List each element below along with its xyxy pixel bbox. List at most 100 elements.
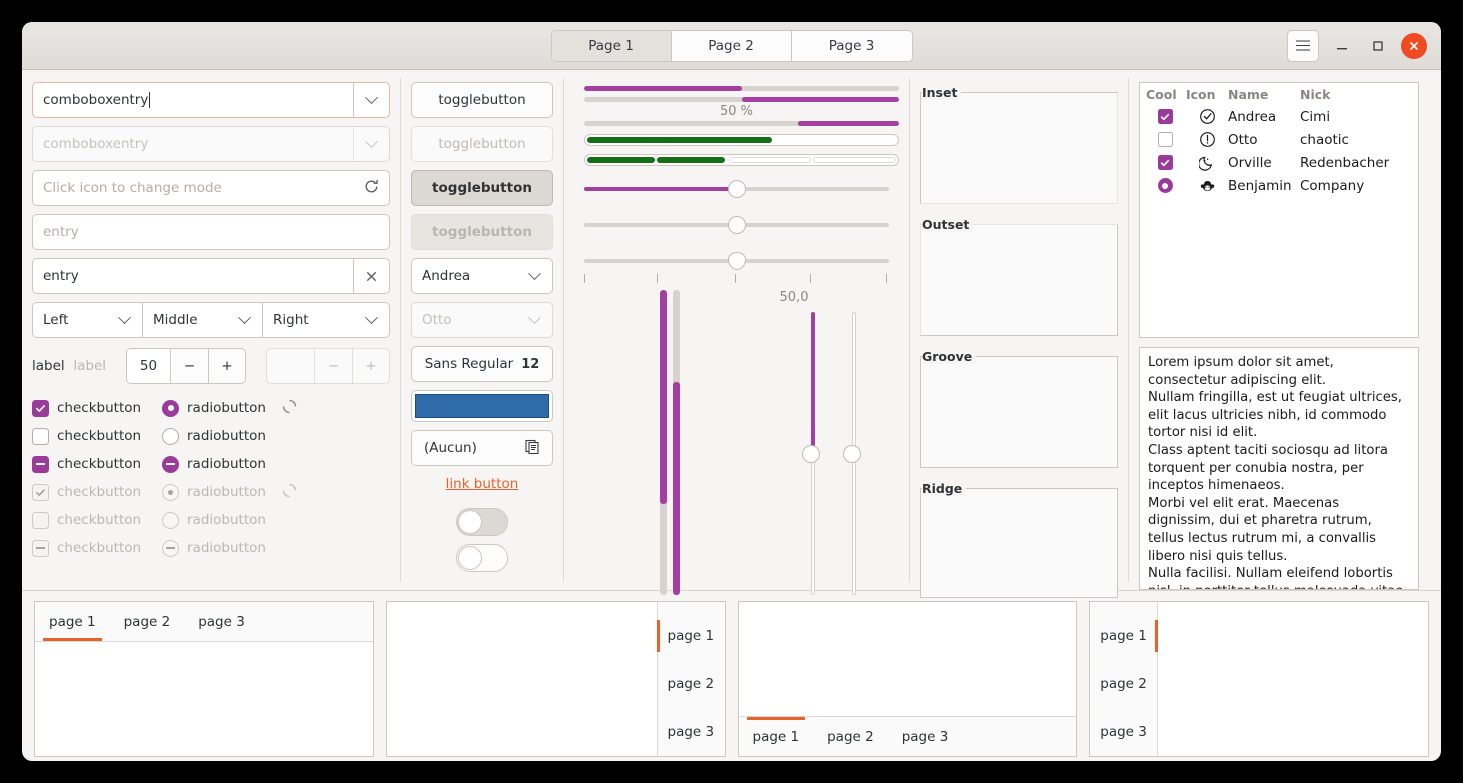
notebook-right-tab-2[interactable]: page 2 [658, 660, 725, 708]
spinbutton-enabled[interactable]: 50 − + [126, 348, 246, 384]
column-header-nick[interactable]: Nick [1300, 87, 1414, 102]
column-header-cool[interactable]: Cool [1144, 87, 1186, 102]
table-row[interactable]: Andrea Cimi [1140, 105, 1418, 128]
row-checkbox-unchecked-icon[interactable] [1157, 132, 1173, 147]
combo-right[interactable]: Right [262, 302, 390, 338]
radiobutton-2[interactable]: radiobutton [162, 427, 282, 445]
row-checkbox-checked-icon[interactable] [1157, 155, 1173, 170]
combo-left[interactable]: Left [32, 302, 142, 338]
table-row[interactable]: Orville Redenbacher [1140, 151, 1418, 174]
close-icon[interactable] [1401, 32, 1427, 59]
notebook-bottom-tab-1[interactable]: page 1 [739, 717, 814, 756]
refresh-icon[interactable] [363, 178, 380, 199]
combo-middle-arrow[interactable] [226, 303, 262, 337]
radiobutton-4: radiobutton [162, 483, 282, 501]
togglebutton-1[interactable]: togglebutton [411, 82, 553, 118]
combo-left-arrow[interactable] [106, 303, 142, 337]
comboboxentry-active-arrow[interactable] [353, 83, 389, 117]
color-button[interactable] [411, 390, 553, 422]
spinbutton-plus[interactable]: + [208, 348, 246, 384]
notebook-right-tab-1[interactable]: page 1 [656, 612, 725, 660]
placeholder-entry[interactable]: entry [32, 214, 390, 250]
scale-handle[interactable] [727, 216, 746, 234]
vlevelbar-2 [673, 290, 680, 595]
notebook-left-tab-2[interactable]: page 2 [1090, 660, 1157, 708]
hamburger-icon[interactable] [1287, 29, 1319, 62]
combo-right-arrow[interactable] [353, 303, 389, 337]
chevron-down-icon [527, 266, 541, 280]
treeview[interactable]: Cool Icon Name Nick Andrea Cimi Otto cha… [1139, 82, 1419, 338]
togglebutton-3[interactable]: togglebutton [411, 170, 553, 206]
row-name: Orville [1228, 154, 1272, 171]
icon-mode-entry[interactable]: Click icon to change mode [32, 170, 390, 206]
stack-switcher-page-3[interactable]: Page 3 [791, 30, 912, 61]
notebook-bottom: page 1 page 2 page 3 [737, 601, 1078, 757]
column-header-icon[interactable]: Icon [1186, 87, 1228, 102]
notebook-bottom-tab-2[interactable]: page 2 [813, 717, 888, 756]
notebook-left-tab-3[interactable]: page 3 [1090, 708, 1157, 756]
check-circle-icon [1186, 108, 1228, 125]
scale-handle[interactable] [843, 444, 861, 463]
font-button[interactable]: Sans Regular 12 [411, 346, 553, 382]
textview[interactable]: Lorem ipsum dolor sit amet, consectetur … [1139, 347, 1419, 590]
checkbox-mixed-disabled-icon [32, 539, 49, 557]
maximize-icon[interactable] [1365, 33, 1391, 59]
checkbutton-2[interactable]: checkbutton [32, 427, 162, 445]
combobox-enabled[interactable]: Andrea [411, 258, 553, 294]
stack-switcher-page-1[interactable]: Page 1 [551, 30, 672, 61]
link-button[interactable]: link button [411, 476, 553, 492]
clear-icon[interactable] [353, 259, 389, 293]
notebook-bottom-tab-3[interactable]: page 3 [888, 717, 963, 756]
checkbox-checked-disabled-icon [32, 483, 49, 501]
notebook-bottom-tabs: page 1 page 2 page 3 [738, 716, 1077, 756]
spinbutton-minus[interactable]: − [170, 348, 208, 384]
scale-handle[interactable] [802, 444, 820, 463]
notebook-top-tab-3[interactable]: page 3 [184, 602, 259, 641]
scale-marks[interactable] [584, 248, 889, 274]
file-chooser-button[interactable]: (Aucun) [411, 430, 553, 466]
clearable-entry[interactable]: entry [32, 258, 390, 294]
row-radio-icon[interactable] [1157, 178, 1173, 193]
checkbutton-3[interactable]: checkbutton [32, 455, 162, 473]
spinbutton-value[interactable]: 50 [126, 348, 170, 384]
column-header-name[interactable]: Name [1228, 87, 1300, 102]
checkbutton-5-label: checkbutton [57, 512, 142, 528]
notebook-left-tab-1[interactable]: page 1 [1090, 612, 1159, 660]
switch-knob [458, 546, 482, 570]
switch-2[interactable] [456, 544, 508, 572]
widgets-area: comboboxentry comboboxentry Click icon t… [22, 70, 1441, 598]
scale-handle[interactable] [727, 252, 746, 270]
notebook-right-tab-3[interactable]: page 3 [658, 708, 725, 756]
notebook-top-tab-1[interactable]: page 1 [35, 602, 110, 641]
comboboxentry-active-value: comboboxentry [43, 92, 149, 108]
check-radio-row: checkbutton radiobutton [32, 450, 390, 478]
checkbutton-1[interactable]: checkbutton [32, 399, 162, 417]
comboboxentry-active[interactable]: comboboxentry [32, 82, 390, 118]
minimize-icon[interactable] [1329, 33, 1355, 59]
radiobutton-1[interactable]: radiobutton [162, 399, 282, 417]
combo-middle[interactable]: Middle [142, 302, 262, 338]
table-row[interactable]: Benjamin Company [1140, 174, 1418, 197]
checkbox-unchecked-disabled-icon [32, 511, 49, 529]
scale-handle[interactable] [727, 180, 746, 198]
vscale-filled[interactable] [800, 312, 826, 595]
radiobutton-3[interactable]: radiobutton [162, 455, 282, 473]
check-radio-row: checkbutton radiobutton [32, 422, 390, 450]
radio-mixed-disabled-icon [162, 539, 179, 557]
notebook-right-tabs: page 1 page 2 page 3 [656, 602, 725, 756]
check-radio-row: checkbutton radiobutton [32, 394, 390, 422]
placeholder-entry-placeholder: entry [43, 224, 79, 240]
switch-1[interactable] [456, 508, 508, 536]
levelbar-continuous [584, 134, 899, 146]
scale-filled[interactable] [584, 176, 889, 202]
combobox-enabled-arrow[interactable] [516, 259, 552, 293]
color-swatch [415, 394, 549, 418]
vscale-plain[interactable] [841, 312, 867, 595]
stack-switcher-page-2[interactable]: Page 2 [671, 30, 792, 61]
row-checkbox-checked-icon[interactable] [1157, 109, 1173, 124]
spinner-icon [282, 399, 297, 418]
notebook-top-tab-2[interactable]: page 2 [110, 602, 185, 641]
frame-outset-label: Outset [922, 217, 974, 232]
scale-plain[interactable] [584, 212, 889, 238]
table-row[interactable]: Otto chaotic [1140, 128, 1418, 151]
